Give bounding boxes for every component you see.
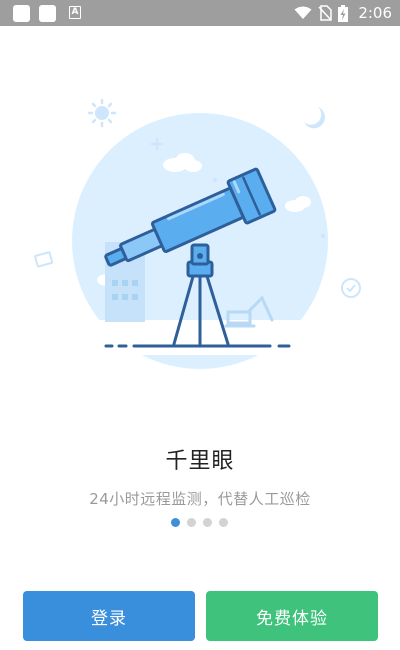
free-trial-button[interactable]: 免费体验 [206,591,378,641]
login-button[interactable]: 登录 [23,591,195,641]
telescope-illustration [34,98,361,369]
no-sim-icon [318,5,333,21]
clock-icon [341,278,361,298]
tag-icon [34,251,54,268]
status-time: 2:06 [358,4,392,22]
page-dot-2[interactable] [187,518,196,527]
status-bar-right: 2:06 [294,0,392,26]
a-icon-label: A [71,7,79,17]
moon-icon [304,107,325,129]
login-button-label: 登录 [91,608,127,629]
status-bar: A 2:06 [0,0,400,26]
page-title: 千里眼 [165,449,235,474]
wifi-icon [294,6,312,19]
page-dot-4[interactable] [219,518,228,527]
page-subtitle: 24小时远程监测，代替人工巡检 [89,490,311,508]
sun-icon [87,98,117,128]
notification-icon [13,5,30,22]
page-dot-1[interactable] [171,518,180,527]
battery-charging-icon [338,4,349,22]
notification-icon [39,5,56,22]
a-icon: A [69,6,81,19]
page-dot-3[interactable] [203,518,212,527]
page-indicator [171,518,228,527]
free-trial-button-label: 免费体验 [256,608,328,629]
